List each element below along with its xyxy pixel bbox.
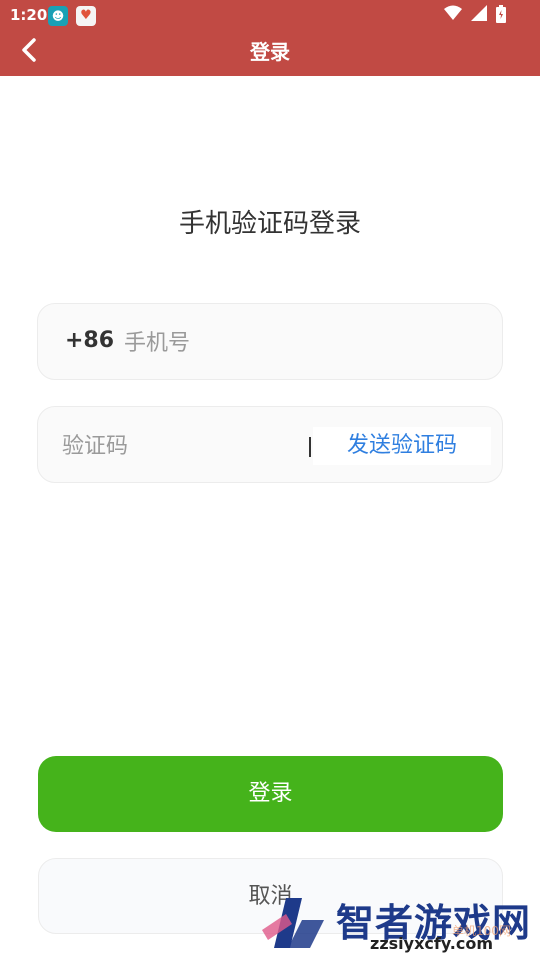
field-divider — [309, 437, 311, 457]
verification-code-input[interactable] — [60, 425, 304, 467]
status-bar: 1:20 ☻ ♥ — [0, 0, 540, 32]
signal-icon — [471, 5, 488, 21]
phone-field: +86 — [37, 303, 503, 380]
notification-app-icon: ☻ — [48, 6, 68, 26]
watermark: 智者游戏网 zzsiyxcfy.com 单机100网 — [262, 890, 540, 960]
phone-input[interactable] — [122, 322, 466, 364]
watermark-logo-icon — [262, 898, 324, 948]
system-icons — [440, 5, 506, 25]
code-field: 发送验证码 — [37, 406, 503, 483]
wifi-icon — [444, 5, 463, 20]
watermark-tag: 单机100网 — [452, 924, 511, 938]
notification-heart-icon: ♥ — [76, 6, 96, 26]
send-code-button[interactable]: 发送验证码 — [313, 427, 491, 465]
country-code[interactable]: +86 — [65, 328, 114, 353]
login-button[interactable]: 登录 — [38, 756, 503, 832]
page-title: 手机验证码登录 — [178, 209, 361, 239]
status-time: 1:20 — [10, 6, 48, 24]
battery-icon — [496, 5, 506, 23]
app-header-bar: 1:20 ☻ ♥ 登录 — [0, 0, 540, 76]
header-title: 登录 — [250, 40, 290, 64]
